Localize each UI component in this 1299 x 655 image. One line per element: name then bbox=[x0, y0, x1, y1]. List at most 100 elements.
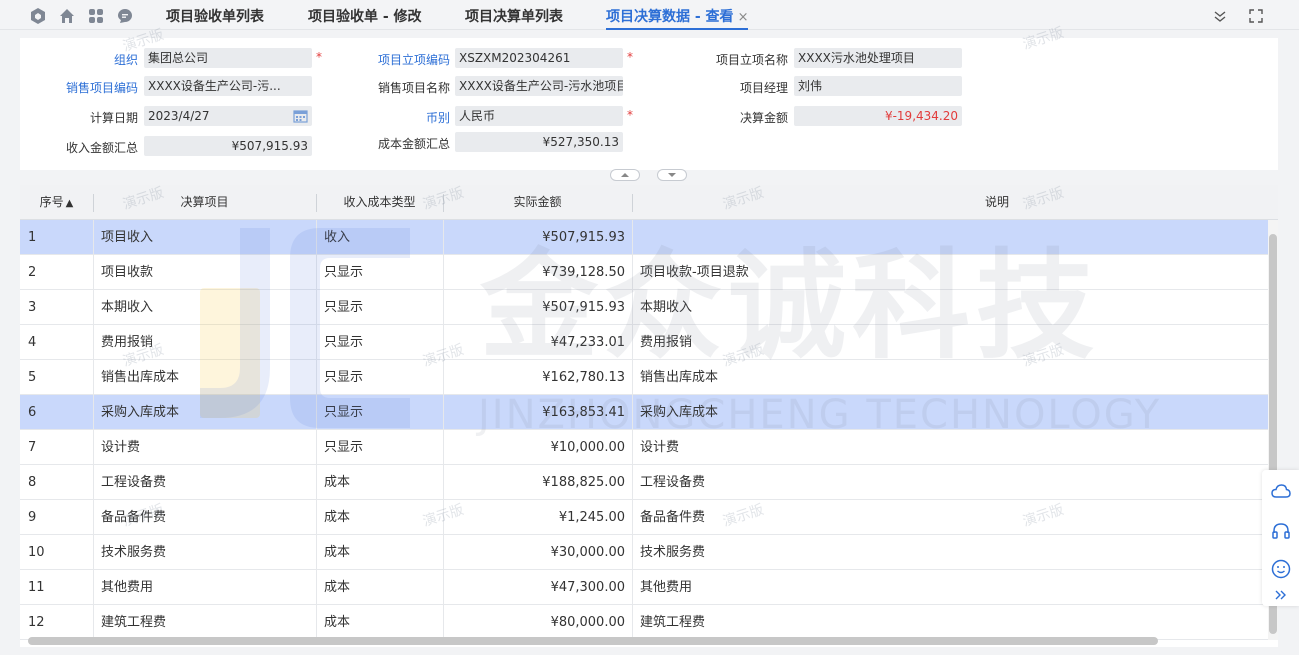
cell-amount: ¥739,128.50 bbox=[542, 265, 625, 280]
header-note[interactable]: 说明 bbox=[632, 185, 1278, 220]
final-amount-field[interactable]: ¥-19,434.20 bbox=[794, 106, 962, 126]
currency-label[interactable]: 币别 bbox=[350, 109, 450, 126]
app-logo-icon[interactable] bbox=[28, 6, 47, 25]
header-item[interactable]: 决算项目 bbox=[93, 185, 316, 220]
tab-acceptance-list[interactable]: 项目验收单列表 bbox=[166, 6, 264, 26]
close-icon[interactable]: × bbox=[738, 10, 749, 25]
income-total-label: 收入金额汇总 bbox=[65, 141, 138, 155]
tab-final-account-list[interactable]: 项目决算单列表 bbox=[465, 6, 563, 26]
table-row[interactable]: 8 工程设备费 成本 ¥188,825.00 工程设备费 bbox=[20, 465, 1268, 500]
cell-note: 其他费用 bbox=[640, 580, 693, 595]
cell-item: 工程设备费 bbox=[101, 475, 167, 490]
table-row[interactable]: 10 技术服务费 成本 ¥30,000.00 技术服务费 bbox=[20, 535, 1268, 570]
table-row[interactable]: 4 费用报销 只显示 ¥47,233.01 费用报销 bbox=[20, 325, 1268, 360]
sales-code-label[interactable]: 销售项目编码 bbox=[40, 79, 138, 96]
header-seq[interactable]: 序号 ▲ bbox=[20, 185, 93, 220]
cell-no: 10 bbox=[28, 545, 45, 560]
cell-amount: ¥507,915.93 bbox=[542, 300, 625, 315]
calc-date-value: 2023/4/27 bbox=[148, 109, 210, 123]
manager-label: 项目经理 bbox=[739, 81, 788, 95]
column-line bbox=[443, 220, 444, 640]
calendar-icon[interactable] bbox=[293, 109, 308, 126]
fullscreen-icon[interactable] bbox=[1246, 6, 1266, 26]
headset-icon[interactable] bbox=[1270, 520, 1292, 542]
sales-name-field[interactable]: XXXX设备生产公司-污水池项目 bbox=[455, 76, 623, 96]
collapse-up-button[interactable] bbox=[610, 169, 640, 181]
chevron-down-icon bbox=[668, 173, 676, 177]
cell-note: 采购入库成本 bbox=[640, 405, 719, 420]
cell-item: 费用报销 bbox=[101, 335, 154, 350]
currency-field[interactable]: 人民币 bbox=[455, 106, 623, 126]
table-row[interactable]: 2 项目收款 只显示 ¥739,128.50 项目收款-项目退款 bbox=[20, 255, 1268, 290]
table-row[interactable]: 3 本期收入 只显示 ¥507,915.93 本期收入 bbox=[20, 290, 1268, 325]
cell-note: 工程设备费 bbox=[640, 475, 706, 490]
project-name-field[interactable]: XXXX污水池处理项目 bbox=[794, 48, 962, 68]
cell-type: 只显示 bbox=[324, 405, 364, 420]
table-row[interactable]: 5 销售出库成本 只显示 ¥162,780.13 销售出库成本 bbox=[20, 360, 1268, 395]
table-row[interactable]: 11 其他费用 成本 ¥47,300.00 其他费用 bbox=[20, 570, 1268, 605]
sales-name-label: 销售项目名称 bbox=[377, 81, 450, 95]
final-amount-label: 决算金额 bbox=[739, 111, 788, 125]
cell-amount: ¥507,915.93 bbox=[542, 230, 625, 245]
chevron-down-icon[interactable] bbox=[1210, 6, 1230, 26]
message-icon[interactable] bbox=[115, 6, 134, 25]
cell-item: 建筑工程费 bbox=[101, 615, 167, 630]
cell-type: 成本 bbox=[324, 510, 351, 525]
tab-label: 项目决算数据 - 查看 bbox=[606, 9, 734, 25]
manager-field[interactable]: 刘伟 bbox=[794, 76, 962, 96]
table-row[interactable]: 6 采购入库成本 只显示 ¥163,853.41 采购入库成本 bbox=[20, 395, 1268, 430]
sales-code-field[interactable]: XXXX设备生产公司-污... bbox=[144, 76, 312, 96]
home-icon[interactable] bbox=[57, 6, 76, 25]
org-field[interactable]: 集团总公司 bbox=[144, 48, 312, 68]
cloud-icon[interactable] bbox=[1270, 480, 1292, 502]
tab-acceptance-edit[interactable]: 项目验收单 - 修改 bbox=[308, 6, 422, 26]
project-code-label[interactable]: 项目立项编码 bbox=[350, 51, 450, 68]
header-seq-label: 序号 bbox=[39, 195, 64, 209]
cell-type: 成本 bbox=[324, 580, 351, 595]
cell-amount: ¥47,233.01 bbox=[550, 335, 625, 350]
income-total-field[interactable]: ¥507,915.93 bbox=[144, 136, 312, 156]
cell-note: 费用报销 bbox=[640, 335, 693, 350]
header-type[interactable]: 收入成本类型 bbox=[316, 185, 443, 220]
tab-label: 项目验收单列表 bbox=[166, 9, 264, 25]
cell-item: 项目收入 bbox=[101, 230, 154, 245]
cell-amount: ¥47,300.00 bbox=[550, 580, 625, 595]
apps-grid-icon[interactable] bbox=[86, 6, 105, 25]
cell-item: 销售出库成本 bbox=[101, 370, 180, 385]
cell-item: 本期收入 bbox=[101, 300, 154, 315]
project-code-field[interactable]: XSZXM202304261 bbox=[455, 48, 623, 68]
column-line bbox=[93, 220, 94, 640]
cell-no: 11 bbox=[28, 580, 45, 595]
expand-down-button[interactable] bbox=[657, 169, 687, 181]
cell-note: 本期收入 bbox=[640, 300, 693, 315]
table-row[interactable]: 9 备品备件费 成本 ¥1,245.00 备品备件费 bbox=[20, 500, 1268, 535]
double-chevron-right-icon[interactable] bbox=[1270, 584, 1292, 606]
table-row[interactable]: 7 设计费 只显示 ¥10,000.00 设计费 bbox=[20, 430, 1268, 465]
tab-final-data-view[interactable]: 项目决算数据 - 查看 × bbox=[606, 6, 749, 30]
project-name-label: 项目立项名称 bbox=[715, 53, 788, 67]
smiley-icon[interactable] bbox=[1270, 558, 1292, 580]
table-header: 序号 ▲ 决算项目 收入成本类型 实际金额 说明 bbox=[20, 185, 1278, 220]
final-account-table: 序号 ▲ 决算项目 收入成本类型 实际金额 说明 1 项目收入 收入 ¥507,915.… bbox=[20, 185, 1278, 647]
table-row[interactable]: 1 项目收入 收入 ¥507,915.93 bbox=[20, 220, 1268, 255]
calc-date-label: 计算日期 bbox=[89, 111, 138, 125]
horizontal-scroll-thumb[interactable] bbox=[28, 637, 1158, 645]
cell-type: 只显示 bbox=[324, 265, 364, 280]
cost-total-field[interactable]: ¥527,350.13 bbox=[455, 132, 623, 152]
cell-amount: ¥80,000.00 bbox=[550, 615, 625, 630]
calc-date-field[interactable]: 2023/4/27 bbox=[144, 106, 312, 126]
org-label[interactable]: 组织 bbox=[80, 51, 138, 68]
cell-item: 其他费用 bbox=[101, 580, 154, 595]
sort-asc-icon[interactable]: ▲ bbox=[66, 198, 74, 209]
cell-no: 5 bbox=[28, 370, 37, 385]
table-row[interactable]: 12 建筑工程费 成本 ¥80,000.00 建筑工程费 bbox=[20, 605, 1268, 640]
cell-item: 技术服务费 bbox=[101, 545, 167, 560]
floating-toolbar bbox=[1262, 470, 1299, 606]
cell-item: 采购入库成本 bbox=[101, 405, 180, 420]
cell-no: 1 bbox=[28, 230, 37, 245]
cell-item: 项目收款 bbox=[101, 265, 154, 280]
header-amount[interactable]: 实际金额 bbox=[443, 185, 632, 220]
cell-type: 只显示 bbox=[324, 300, 364, 315]
cell-note: 技术服务费 bbox=[640, 545, 706, 560]
cell-type: 收入 bbox=[324, 230, 351, 245]
